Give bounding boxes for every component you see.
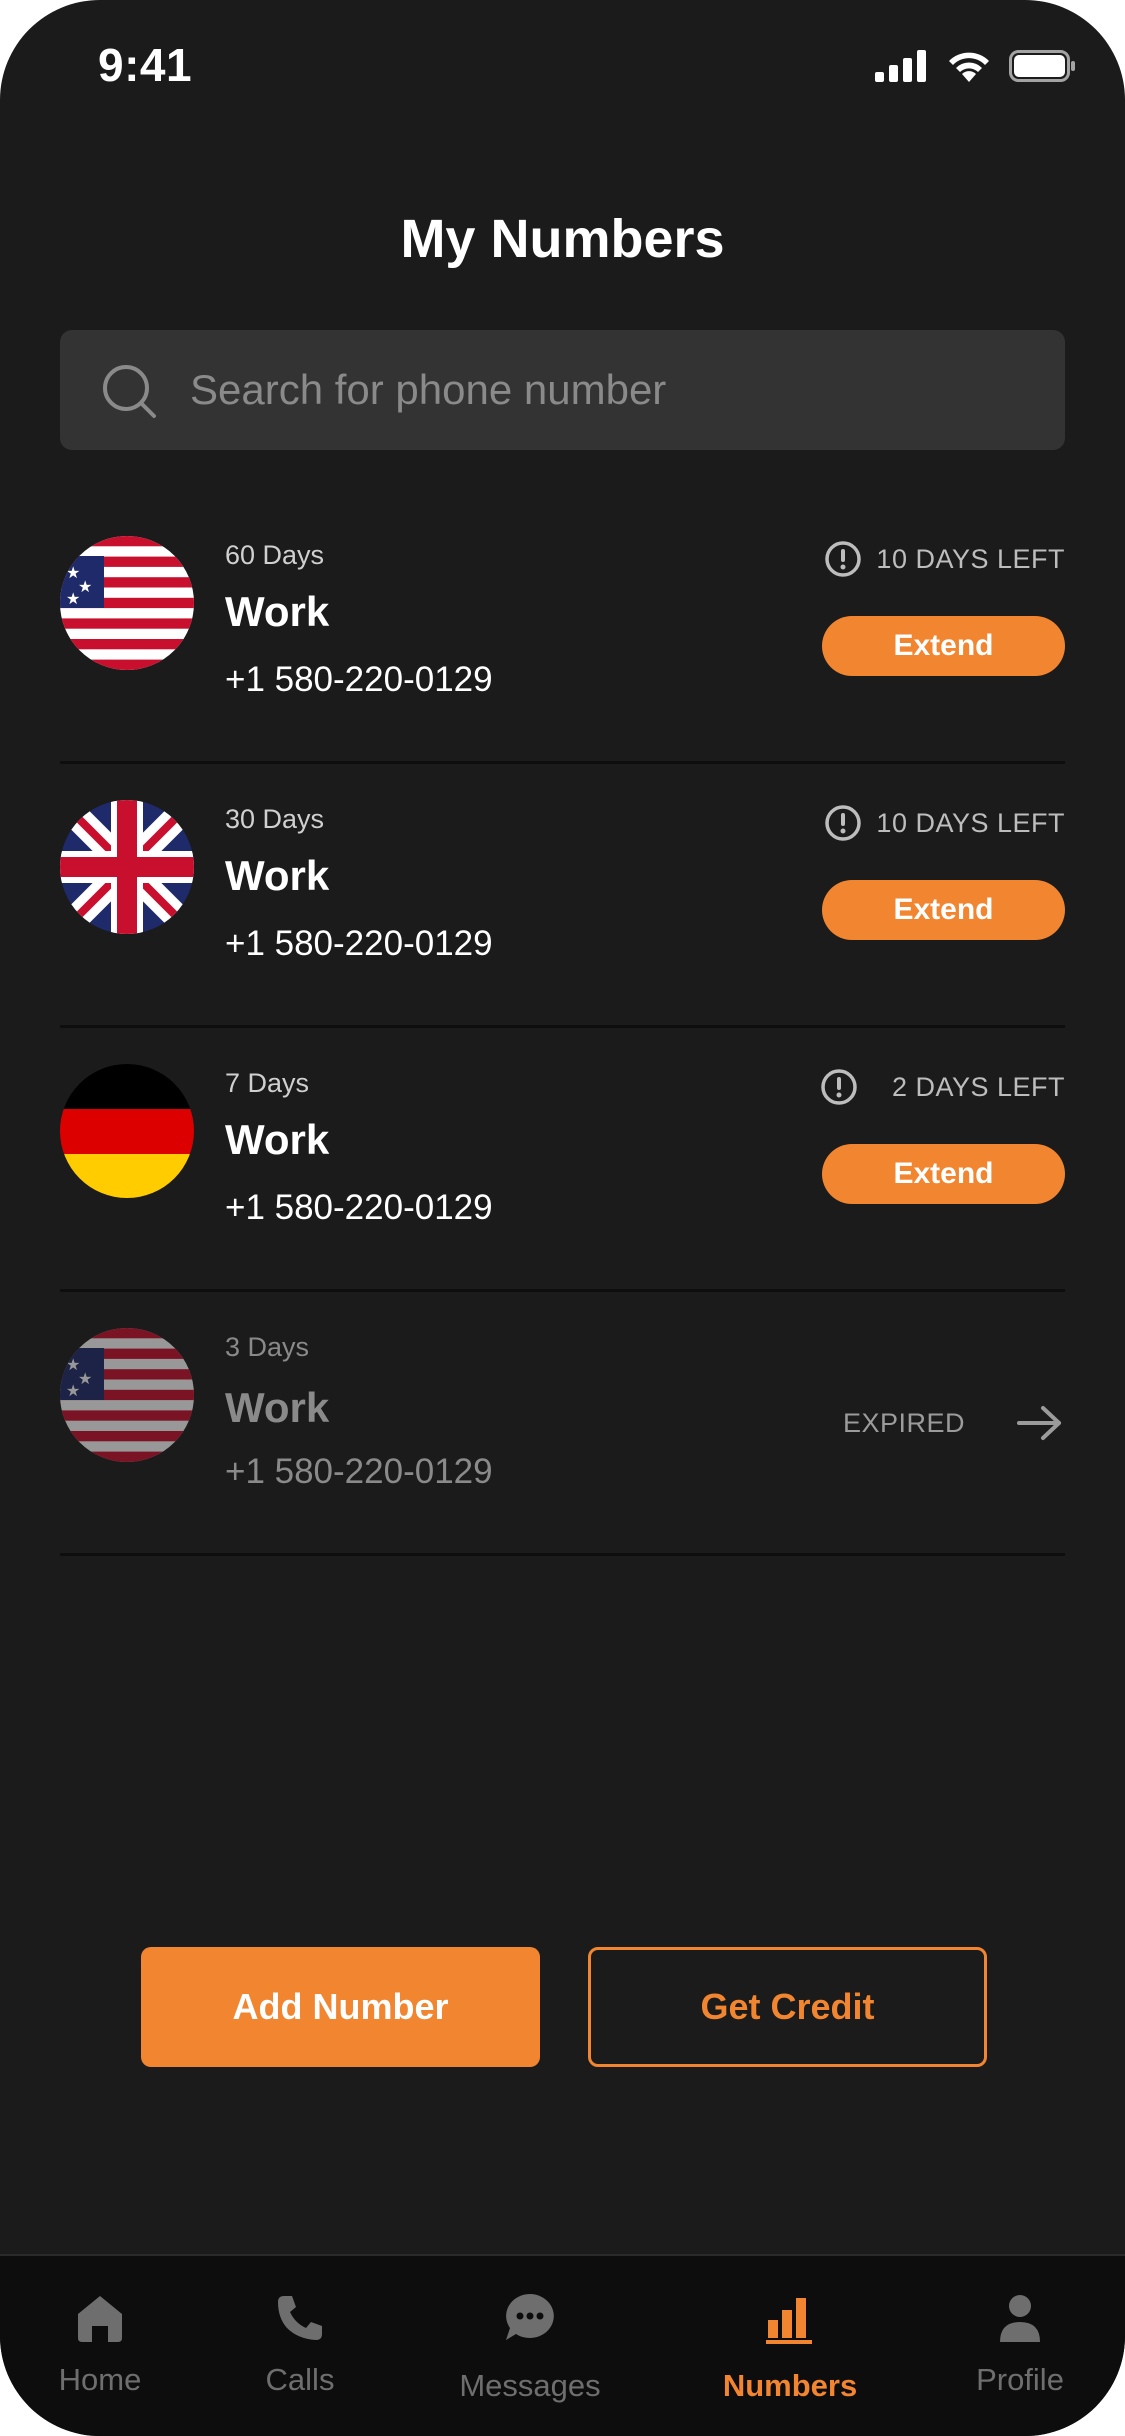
battery-icon — [1009, 50, 1075, 82]
days-left-badge: 10 DAYS LEFT — [824, 540, 1065, 578]
tab-messages[interactable]: Messages — [430, 2286, 630, 2404]
phone-number: +1 580-220-0129 — [225, 1188, 493, 1227]
days-left-badge: 10 DAYS LEFT — [824, 804, 1065, 842]
profile-icon — [1000, 2295, 1040, 2342]
tab-label: Profile — [976, 2362, 1064, 2397]
tab-bar: Home Calls Messages Numbers Profile — [0, 2254, 1125, 2436]
alert-icon — [825, 805, 862, 841]
phone-screen: 9:41 My Numbers Search for phone number … — [0, 0, 1125, 2436]
bar-chart-icon — [766, 2298, 812, 2344]
tab-calls[interactable]: Calls — [200, 2286, 400, 2398]
duration-label: 3 Days — [225, 1332, 310, 1362]
us-flag-icon: ★ ★ ★ — [60, 536, 194, 670]
number-label: Work — [225, 1384, 330, 1431]
svg-text:★: ★ — [66, 591, 80, 608]
tab-numbers[interactable]: Numbers — [690, 2286, 890, 2404]
number-label: Work — [225, 1116, 330, 1163]
tab-home[interactable]: Home — [0, 2286, 200, 2398]
tab-profile[interactable]: Profile — [920, 2286, 1120, 2398]
status-time: 9:41 — [98, 39, 193, 91]
days-left-text: 10 DAYS LEFT — [876, 543, 1065, 574]
days-left-text: 10 DAYS LEFT — [876, 807, 1065, 838]
duration-label: 7 Days — [225, 1068, 310, 1098]
wifi-icon — [949, 52, 989, 82]
chat-icon — [506, 2294, 554, 2340]
extend-button[interactable]: Extend — [822, 880, 1065, 940]
extend-button[interactable]: Extend — [822, 1144, 1065, 1204]
alert-icon — [825, 541, 862, 577]
signal-icon — [875, 50, 926, 82]
phone-number: +1 580-220-0129 — [225, 1452, 493, 1491]
us-flag-icon: ★ ★ ★ — [60, 1328, 194, 1462]
number-item-expired[interactable]: ★ ★ ★ 3 Days Work +1 580-220-0129 EXPIRE… — [60, 1292, 1065, 1556]
tab-label: Calls — [265, 2362, 335, 2397]
home-icon — [78, 2296, 122, 2342]
tab-label: Messages — [459, 2368, 601, 2403]
alert-icon — [821, 1069, 857, 1105]
arrow-right-icon[interactable] — [1015, 1398, 1065, 1448]
duration-label: 30 Days — [225, 804, 325, 834]
number-label: Work — [225, 588, 330, 635]
get-credit-button[interactable]: Get Credit — [588, 1947, 987, 2067]
days-left-text: 2 DAYS LEFT — [891, 1071, 1065, 1102]
tab-label: Numbers — [722, 2368, 858, 2403]
search-input[interactable] — [190, 330, 1040, 450]
phone-number: +1 580-220-0129 — [225, 924, 493, 963]
number-label: Work — [225, 852, 330, 899]
add-number-button[interactable]: Add Number — [141, 1947, 540, 2067]
page-title: My Numbers — [400, 209, 725, 269]
days-left-badge: 2 DAYS LEFT — [820, 1068, 1065, 1106]
search-bar[interactable] — [60, 330, 1065, 450]
number-item[interactable]: 7 Days Work +1 580-220-0129 2 DAYS LEFT … — [60, 1028, 1065, 1292]
phone-number: +1 580-220-0129 — [225, 660, 493, 699]
number-item[interactable]: 30 Days Work +1 580-220-0129 10 DAYS LEF… — [60, 764, 1065, 1028]
tab-label: Home — [58, 2362, 142, 2397]
number-item[interactable]: ★ ★ ★ 60 Days Work +1 580-220-0129 10 DA… — [60, 500, 1065, 764]
germany-flag-icon — [60, 1064, 194, 1198]
expired-status: EXPIRED — [842, 1408, 965, 1438]
svg-text:★: ★ — [66, 1383, 80, 1400]
duration-label: 60 Days — [225, 540, 325, 570]
search-icon — [103, 365, 156, 418]
extend-button[interactable]: Extend — [822, 616, 1065, 676]
phone-icon — [278, 2296, 322, 2340]
status-icons — [875, 50, 1077, 82]
uk-flag-icon — [60, 800, 194, 934]
